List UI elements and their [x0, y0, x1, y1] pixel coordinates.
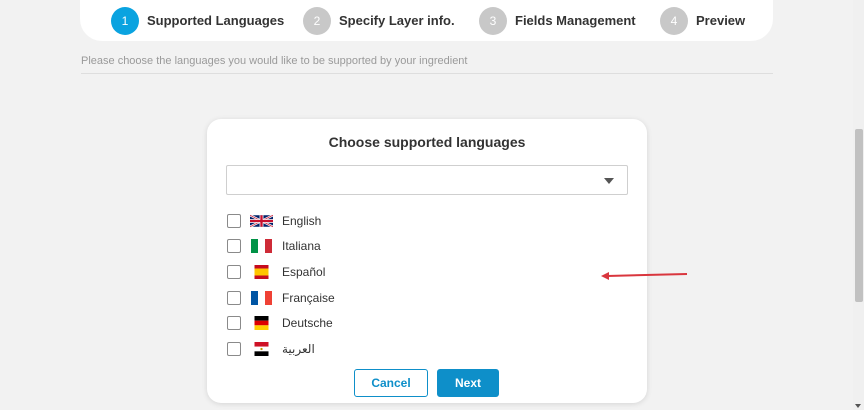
language-list: English Italiana Español Française Deuts… — [227, 208, 335, 362]
checkbox[interactable] — [227, 316, 241, 331]
language-label: Español — [282, 264, 326, 279]
language-item-english[interactable]: English — [227, 208, 335, 234]
step-number: 1 — [111, 6, 139, 35]
language-item-francaise[interactable]: Française — [227, 285, 335, 311]
language-item-espanol[interactable]: Español — [227, 259, 335, 285]
language-label: Deutsche — [282, 316, 333, 331]
checkbox[interactable] — [227, 264, 241, 279]
language-label: English — [282, 213, 322, 228]
egypt-flag-icon — [250, 341, 273, 356]
step-fields-management[interactable]: 3 Fields Management — [479, 6, 636, 35]
step-specify-layer-info[interactable]: 2 Specify Layer info. — [303, 6, 455, 35]
language-label: العربية — [282, 341, 315, 356]
language-item-italiana[interactable]: Italiana — [227, 234, 335, 260]
france-flag-icon — [250, 290, 273, 305]
language-label: Italiana — [282, 239, 321, 254]
uk-flag-icon — [250, 214, 273, 228]
step-supported-languages[interactable]: 1 Supported Languages — [111, 6, 284, 35]
step-number: 4 — [660, 6, 688, 35]
annotation-arrow-icon — [601, 272, 688, 280]
language-dialog: Choose supported languages English Itali… — [207, 119, 647, 403]
next-button[interactable]: Next — [437, 369, 499, 397]
divider — [81, 73, 773, 74]
language-label: Française — [282, 290, 335, 305]
step-preview[interactable]: 4 Preview — [660, 6, 745, 35]
step-label: Specify Layer info. — [339, 13, 455, 28]
step-label: Preview — [696, 13, 746, 28]
dialog-title: Choose supported languages — [328, 134, 526, 150]
spain-flag-icon — [250, 264, 273, 279]
step-label: Fields Management — [515, 13, 636, 28]
chevron-down-icon[interactable] — [604, 178, 614, 184]
language-select[interactable] — [226, 165, 628, 195]
checkbox[interactable] — [227, 239, 241, 254]
language-item-arabic[interactable]: العربية — [227, 336, 335, 362]
wizard-stepper: 1 Supported Languages 2 Specify Layer in… — [80, 0, 773, 41]
scrollbar-thumb[interactable] — [855, 129, 863, 302]
scroll-down-icon[interactable] — [855, 404, 861, 408]
language-item-deutsche[interactable]: Deutsche — [227, 310, 335, 336]
step-number: 2 — [303, 6, 331, 35]
checkbox[interactable] — [227, 341, 241, 356]
scrollbar[interactable] — [853, 0, 864, 410]
step-label: Supported Languages — [147, 13, 285, 28]
germany-flag-icon — [250, 316, 273, 331]
step-number: 3 — [479, 6, 507, 35]
instruction-text: Please choose the languages you would li… — [81, 55, 468, 67]
italy-flag-icon — [250, 239, 273, 254]
checkbox[interactable] — [227, 290, 241, 305]
cancel-button[interactable]: Cancel — [354, 369, 428, 397]
checkbox[interactable] — [227, 213, 241, 228]
